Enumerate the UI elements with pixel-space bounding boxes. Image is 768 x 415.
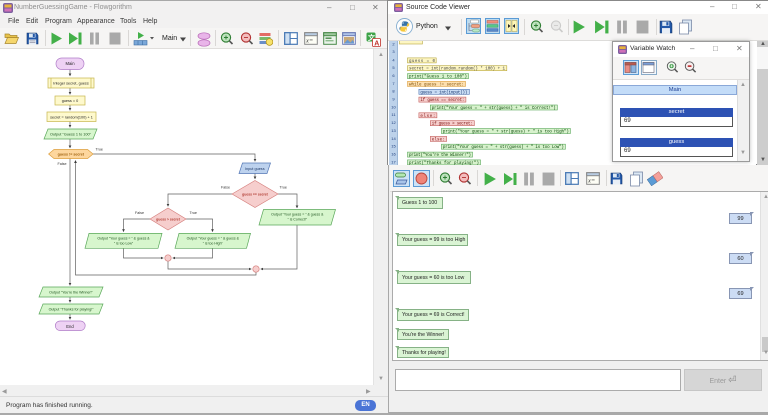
- svg-text:guess == secret: guess == secret: [242, 192, 269, 196]
- svg-text:if guess == secret:: if guess == secret:: [420, 98, 464, 103]
- svg-text:5: 5: [392, 65, 395, 70]
- svg-text:15: 15: [391, 144, 396, 149]
- svg-text:guess > secret: guess > secret: [156, 217, 181, 221]
- svg-text:" is Correct!": " is Correct!": [288, 218, 308, 222]
- svg-text:Output "Your guess = " & guess: Output "Your guess = " & guess &: [187, 236, 240, 240]
- svg-text:True: True: [190, 211, 197, 215]
- svg-text:x=: x=: [587, 178, 595, 185]
- svg-text:if guess > secret:: if guess > secret:: [432, 122, 473, 127]
- svg-text:guess = int(input()): guess = int(input()): [420, 90, 467, 95]
- svg-text:print("Guess 1 to 100"): print("Guess 1 to 100"): [409, 75, 467, 80]
- svg-text:print("Your guess = " + str(gu: print("Your guess = " + str(guess) + " i…: [443, 145, 564, 150]
- svg-text:print("Your guess = " + str(gu: print("Your guess = " + str(guess) + " i…: [432, 106, 556, 111]
- svg-text:3: 3: [392, 49, 395, 54]
- svg-text:Output "You're the Winner!": Output "You're the Winner!": [49, 290, 93, 294]
- svg-text:2: 2: [392, 42, 395, 47]
- svg-text:8: 8: [392, 89, 395, 94]
- svg-text:Output "Your guess = " & guess: Output "Your guess = " & guess &: [271, 213, 324, 217]
- svg-text:Input guess: Input guess: [245, 167, 265, 171]
- svg-text:10: 10: [391, 104, 396, 109]
- svg-text:16: 16: [391, 152, 396, 157]
- svg-text:guess != secret: guess != secret: [58, 153, 85, 157]
- svg-text:11: 11: [391, 112, 396, 117]
- svg-text:7: 7: [392, 81, 395, 86]
- svg-text:secret = random(100) + 1: secret = random(100) + 1: [50, 115, 93, 119]
- svg-text:A: A: [374, 40, 379, 47]
- svg-text:Output "Your guess = " & guess: Output "Your guess = " & guess &: [97, 236, 150, 240]
- svg-text:secret = int(random.random() *: secret = int(random.random() * 100) + 1: [409, 67, 505, 72]
- svg-text:print("You're the Winner!"): print("You're the Winner!"): [409, 153, 471, 158]
- svg-text:False: False: [221, 186, 230, 190]
- svg-text:False: False: [58, 162, 67, 166]
- svg-text:print("Your guess = " + str(gu: print("Your guess = " + str(guess) + " i…: [443, 130, 569, 135]
- svg-text:" is too High": " is too High": [203, 241, 224, 245]
- svg-text:4: 4: [392, 57, 395, 62]
- svg-text:17: 17: [391, 159, 396, 164]
- svg-text:Integer secret, guess: Integer secret, guess: [53, 81, 89, 85]
- svg-text:while guess != secret:: while guess != secret:: [409, 82, 464, 87]
- svg-text:else:: else:: [420, 114, 435, 119]
- svg-text:print("Thanks for playing!"): print("Thanks for playing!"): [409, 161, 479, 165]
- svg-text:End: End: [66, 324, 74, 329]
- svg-text:13: 13: [391, 128, 396, 133]
- svg-text:else:: else:: [432, 137, 445, 142]
- svg-text:Output "Thanks for playing!": Output "Thanks for playing!": [49, 307, 94, 311]
- svg-text:Main: Main: [65, 61, 75, 66]
- svg-text:14: 14: [391, 136, 396, 141]
- svg-text:False: False: [135, 211, 144, 215]
- svg-text:True: True: [96, 148, 103, 152]
- svg-text:guess = 0: guess = 0: [62, 99, 79, 103]
- svg-text:9: 9: [392, 97, 395, 102]
- svg-text:" is too Low": " is too Low": [114, 241, 134, 245]
- svg-text:6: 6: [392, 73, 395, 78]
- svg-text:x=: x=: [305, 38, 313, 45]
- svg-text:12: 12: [391, 120, 396, 125]
- svg-text:guess = 0: guess = 0: [409, 60, 435, 64]
- svg-text:Output "Guess 1 to 100": Output "Guess 1 to 100": [50, 132, 92, 136]
- svg-text:True: True: [280, 186, 287, 190]
